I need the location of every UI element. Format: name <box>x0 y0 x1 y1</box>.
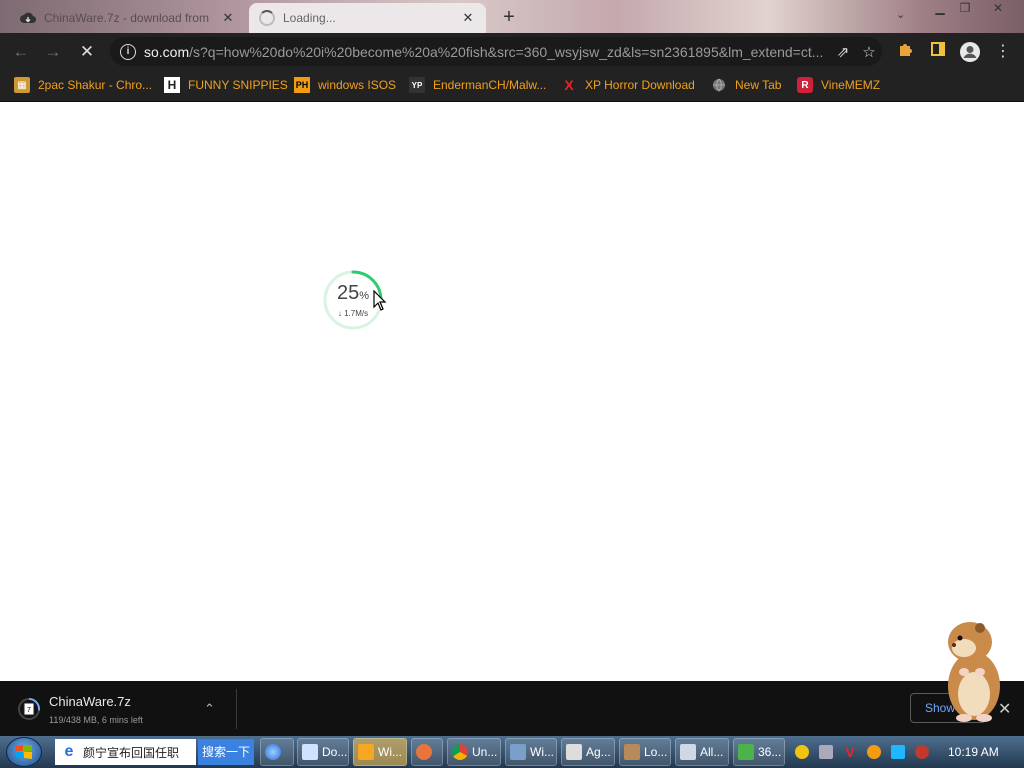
restore-button[interactable]: ❐ <box>953 0 977 16</box>
bookmark-windows-isos[interactable]: PH windows ISOS <box>294 77 396 93</box>
stop-button[interactable]: ✕ <box>76 41 98 63</box>
taskbar-security[interactable]: 36... <box>733 738 785 766</box>
taskbar-ie[interactable] <box>260 738 294 766</box>
taskbar-agent[interactable]: Ag... <box>561 738 615 766</box>
bookmark-xp-horror[interactable]: X XP Horror Download <box>561 77 695 93</box>
app-icon <box>416 744 432 760</box>
minimize-button[interactable]: ▁ <box>928 0 952 16</box>
tray-plus-icon[interactable] <box>795 745 809 759</box>
mouse-cursor-icon <box>373 290 387 311</box>
close-window-button[interactable]: ✕ <box>986 0 1010 16</box>
tray-search-icon[interactable] <box>867 745 881 759</box>
tab-strip: ChinaWare.7z - download from ✕ Loading..… <box>0 0 1024 33</box>
new-tab-button[interactable]: + <box>498 6 520 28</box>
forward-button[interactable]: → <box>42 41 64 63</box>
tab-title: ChinaWare.7z - download from <box>44 11 209 25</box>
yp-icon: YP <box>409 77 425 93</box>
archive-file-icon[interactable]: 7 <box>18 698 40 720</box>
download-filename[interactable]: ChinaWare.7z <box>49 694 131 709</box>
profile-avatar-icon[interactable] <box>959 41 981 63</box>
bookmark-2pac[interactable]: ▦ 2pac Shakur - Chro... <box>14 77 152 93</box>
window-icon <box>510 744 526 760</box>
folder-icon <box>680 744 696 760</box>
loading-spinner-icon <box>259 10 275 26</box>
chevron-up-icon[interactable]: ⌃ <box>204 701 215 717</box>
taskbar-chrome[interactable]: Un... <box>447 738 501 766</box>
ie-logo-icon: e <box>64 743 74 760</box>
taskbar-app[interactable] <box>411 738 443 766</box>
address-bar[interactable]: i so.com/s?q=how%20do%20i%20become%20a%2… <box>110 37 882 66</box>
bookmark-vinememz[interactable]: R VineMEMZ <box>797 77 880 93</box>
url-text[interactable]: so.com/s?q=how%20do%20i%20become%20a%20f… <box>144 44 830 60</box>
bookmark-funny-snippies[interactable]: H FUNNY SNIPPIES <box>164 77 288 93</box>
media-player-icon <box>358 744 374 760</box>
tab-chinaware[interactable]: ChinaWare.7z - download from ✕ <box>10 3 246 33</box>
download-status: 119/438 MB, 6 mins left <box>49 715 143 725</box>
x-icon: X <box>564 77 574 93</box>
extensions-puzzle-icon[interactable] <box>895 41 917 63</box>
tray-network-icon[interactable] <box>819 745 833 759</box>
ie-icon <box>265 744 281 760</box>
document-icon <box>302 744 318 760</box>
taskbar-search-box[interactable]: e 颜宁宣布回国任职 <box>55 739 196 765</box>
bookmarks-bar: ▦ 2pac Shakur - Chro... H FUNNY SNIPPIES… <box>0 70 1024 102</box>
cloud-download-icon <box>20 10 36 26</box>
bookmark-star-icon[interactable]: ☆ <box>856 43 882 61</box>
bookmark-new-tab[interactable]: New Tab <box>711 77 781 93</box>
tab-search-chevron-icon[interactable]: ⌄ <box>896 8 905 21</box>
tray-record-icon[interactable] <box>915 745 929 759</box>
start-button[interactable] <box>6 737 42 767</box>
taskbar-search-text: 颜宁宣布回国任职 <box>83 745 180 760</box>
tab-close-icon[interactable]: ✕ <box>220 10 236 26</box>
taskbar-document[interactable]: Do... <box>297 738 349 766</box>
tab-title: Loading... <box>283 11 336 25</box>
windows-taskbar: e 颜宁宣布回国任职 搜索一下 Do... Wi... Un... Wi... … <box>0 736 1024 768</box>
back-button[interactable]: ← <box>10 41 32 63</box>
chrome-icon <box>452 744 468 760</box>
windows-logo-icon <box>16 745 32 759</box>
page-content <box>0 102 1024 681</box>
hamster-desktop-pet[interactable] <box>934 614 1010 724</box>
lock-icon <box>624 744 640 760</box>
side-panel-icon[interactable] <box>927 41 949 63</box>
taskbar-lock[interactable]: Lo... <box>619 738 671 766</box>
tab-close-icon[interactable]: ✕ <box>460 10 476 26</box>
agent-icon <box>566 744 582 760</box>
tray-display-icon[interactable] <box>891 745 905 759</box>
divider <box>236 689 237 729</box>
h-icon: H <box>164 77 180 93</box>
svg-text:7: 7 <box>27 707 31 714</box>
taskbar-search-button[interactable]: 搜索一下 <box>198 739 254 765</box>
taskbar-window[interactable]: Wi... <box>505 738 557 766</box>
taskbar-clock[interactable]: 10:19 AM <box>948 745 999 759</box>
r-icon: R <box>797 77 813 93</box>
taskbar-folder[interactable]: All... <box>675 738 729 766</box>
site-info-icon[interactable]: i <box>120 43 136 60</box>
browser-toolbar: ← → ✕ i so.com/s?q=how%20do%20i%20become… <box>0 33 1024 70</box>
tab-loading[interactable]: Loading... ✕ <box>249 3 486 33</box>
download-shelf: 7 ChinaWare.7z 119/438 MB, 6 mins left ⌃… <box>0 681 1024 736</box>
taskbar-media-player[interactable]: Wi... <box>353 738 407 766</box>
globe-icon <box>711 77 727 93</box>
menu-dots-icon[interactable]: ⋮ <box>992 41 1014 63</box>
security-icon <box>738 744 754 760</box>
share-icon[interactable]: ⇗ <box>830 43 856 61</box>
tray-v-icon[interactable]: V <box>843 745 857 759</box>
bookmark-endermanch[interactable]: YP EndermanCH/Malw... <box>409 77 546 93</box>
puzzle-icon: ▦ <box>14 77 30 93</box>
ph-icon: PH <box>294 77 310 93</box>
